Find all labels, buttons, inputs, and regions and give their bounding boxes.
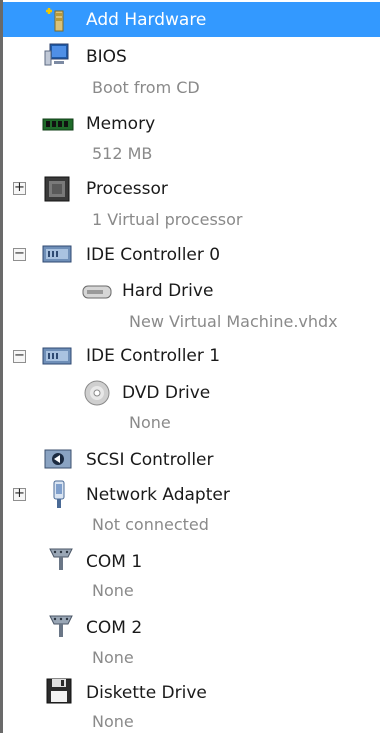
com-port-icon: [49, 548, 73, 570]
network-adapter-icon: [53, 480, 65, 508]
diskette-label[interactable]: Diskette Drive: [86, 682, 207, 704]
ide-controller-icon: [42, 245, 72, 263]
ide1-collapse-toggle[interactable]: −: [13, 349, 26, 363]
processor-expand-toggle[interactable]: +: [13, 181, 26, 195]
memory-value: 512 MB: [92, 144, 153, 163]
hard-drive-value: New Virtual Machine.vhdx: [129, 312, 338, 331]
dvd-icon: [84, 380, 110, 406]
floppy-icon: [46, 678, 72, 704]
processor-label[interactable]: Processor: [86, 178, 168, 200]
memory-icon: [42, 118, 74, 131]
memory-label[interactable]: Memory: [86, 113, 155, 135]
ide-controller-icon: [42, 347, 72, 365]
com1-label[interactable]: COM 1: [86, 551, 142, 573]
com2-label[interactable]: COM 2: [86, 617, 142, 639]
network-expand-toggle[interactable]: +: [13, 487, 26, 501]
com1-value: None: [92, 581, 134, 600]
dvd-drive-label[interactable]: DVD Drive: [122, 382, 210, 404]
processor-icon: [44, 176, 70, 202]
scsi-icon: [44, 449, 72, 469]
ide0-collapse-toggle[interactable]: −: [13, 247, 26, 261]
dvd-drive-value: None: [129, 413, 171, 432]
ide0-label[interactable]: IDE Controller 0: [86, 244, 220, 266]
add-hardware-icon: [46, 8, 64, 32]
com-port-icon: [49, 615, 73, 637]
network-value: Not connected: [92, 515, 209, 534]
add-hardware-label: Add Hardware: [86, 10, 207, 30]
diskette-value: None: [92, 712, 134, 731]
hard-drive-label[interactable]: Hard Drive: [122, 280, 213, 302]
hardware-tree: Add Hardware BIOS Boot from CD Memory 51…: [0, 0, 380, 733]
scsi-label[interactable]: SCSI Controller: [86, 449, 214, 471]
hard-drive-icon: [82, 285, 112, 299]
network-label[interactable]: Network Adapter: [86, 484, 230, 506]
tree-left-border: [0, 0, 3, 733]
bios-icon: [44, 43, 69, 66]
processor-value: 1 Virtual processor: [92, 210, 243, 229]
ide1-label[interactable]: IDE Controller 1: [86, 345, 220, 367]
bios-value: Boot from CD: [92, 78, 200, 97]
com2-value: None: [92, 648, 134, 667]
bios-label[interactable]: BIOS: [86, 46, 127, 68]
